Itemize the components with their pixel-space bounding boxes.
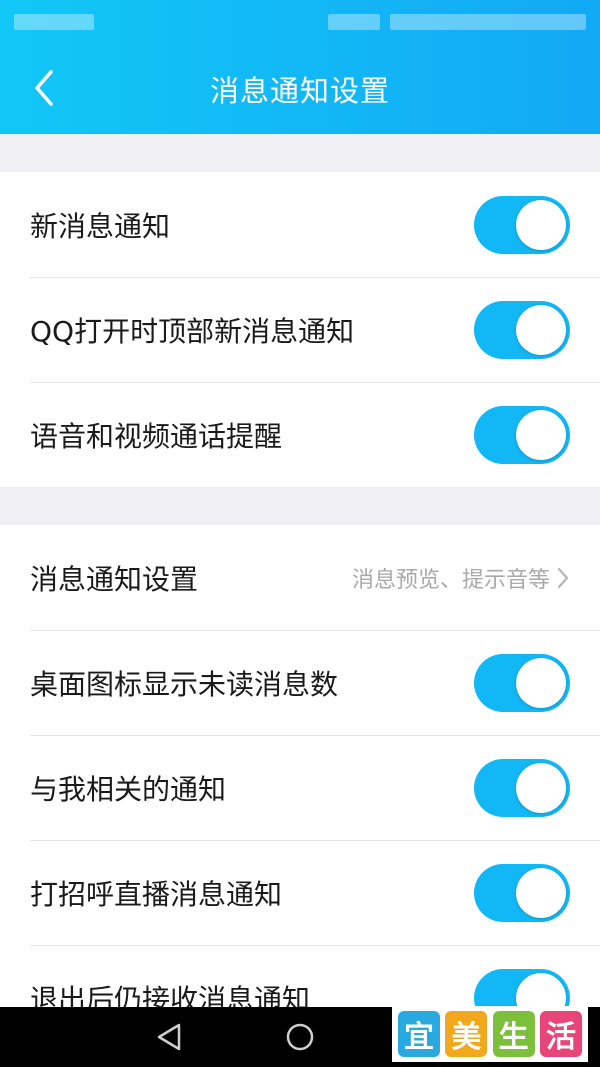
toggle-knob (516, 657, 566, 708)
top-banner-notify-toggle[interactable] (474, 300, 570, 359)
setting-row-top-banner-notify: QQ打开时顶部新消息通知 (0, 277, 600, 382)
watermark-char: 美 (445, 1011, 488, 1057)
setting-hint: 消息预览、提示音等 (351, 567, 550, 593)
chevron-right-icon (557, 567, 569, 588)
nav-back-icon[interactable] (152, 1021, 186, 1053)
status-bar-right-blur (328, 14, 380, 30)
toggle-knob (516, 409, 566, 460)
watermark-char: 生 (492, 1011, 535, 1057)
call-reminder-toggle[interactable] (474, 405, 570, 464)
unread-badge-toggle[interactable] (474, 653, 570, 712)
setting-label: 语音和视频通话提醒 (30, 419, 283, 453)
toggle-knob (516, 304, 566, 355)
toggle-knob (516, 762, 566, 813)
new-message-notify-toggle[interactable] (474, 195, 570, 254)
watermark-char: 活 (539, 1011, 582, 1057)
settings-group-1: 新消息通知 QQ打开时顶部新消息通知 语音和视频通话提醒 (0, 172, 600, 487)
page-title: 消息通知设置 (209, 74, 390, 108)
setting-label: QQ打开时顶部新消息通知 (30, 314, 355, 348)
setting-row-related-notify: 与我相关的通知 (0, 735, 600, 840)
setting-label: 消息通知设置 (30, 562, 199, 596)
watermark-logo: 宜 美 生 活 (392, 1006, 588, 1062)
settings-group-2: 消息通知设置 消息预览、提示音等 桌面图标显示未读消息数 与我相关的通知 打招呼… (0, 525, 600, 1050)
watermark-char: 宜 (398, 1011, 440, 1057)
setting-label: 桌面图标显示未读消息数 (30, 667, 339, 701)
status-bar (0, 0, 600, 44)
setting-label: 打招呼直播消息通知 (30, 877, 283, 911)
nav-home-icon[interactable] (284, 1021, 316, 1053)
setting-row-unread-badge: 桌面图标显示未读消息数 (0, 630, 600, 735)
app-header: 消息通知设置 (0, 0, 600, 134)
setting-row-call-reminder: 语音和视频通话提醒 (0, 382, 600, 487)
toggle-knob (516, 867, 566, 918)
setting-label: 新消息通知 (30, 209, 171, 243)
status-bar-left-blur (14, 14, 94, 30)
setting-row-new-message-notify: 新消息通知 (0, 172, 600, 277)
setting-row-notification-settings[interactable]: 消息通知设置 消息预览、提示音等 (0, 525, 600, 630)
status-bar-right-blur (390, 14, 586, 30)
setting-label: 与我相关的通知 (30, 772, 227, 806)
setting-row-greeting-live-notify: 打招呼直播消息通知 (0, 840, 600, 945)
greeting-live-notify-toggle[interactable] (474, 863, 570, 922)
related-notify-toggle[interactable] (474, 758, 570, 817)
toggle-knob (516, 199, 566, 250)
